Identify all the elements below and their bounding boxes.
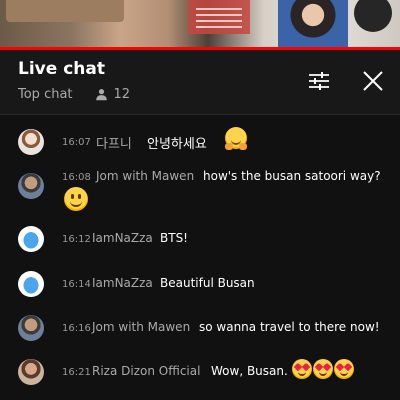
blue-avatar[interactable]: [18, 271, 44, 297]
blue-avatar[interactable]: [18, 226, 44, 252]
message-text: so wanna travel to there now!: [199, 320, 380, 334]
person-icon: [95, 89, 107, 101]
message-text: BTS!: [160, 231, 188, 245]
chat-title: Live chat: [18, 59, 105, 79]
heart-eyes-icon: [334, 359, 354, 379]
message-author[interactable]: 다프니: [96, 133, 132, 152]
message-author[interactable]: Riza Dizon Official: [92, 364, 200, 378]
message-text: Wow, Busan.: [211, 364, 288, 378]
message-time: 16:21: [62, 367, 91, 378]
viewer-count: 12: [113, 87, 131, 102]
message-time: 16:12: [62, 234, 91, 245]
video-scene-shelf: [188, 0, 250, 34]
chat-message-list[interactable]: 16:07 다프니 안녕하세요 16:08 Jom with Mawen how…: [0, 115, 400, 400]
message-text: Beautiful Busan: [160, 276, 255, 290]
sliders-icon: [309, 72, 329, 90]
message-author[interactable]: IamNaZza: [92, 276, 153, 290]
message-author[interactable]: Jom with Mawen: [92, 320, 190, 334]
close-button[interactable]: [356, 65, 390, 97]
smiling-face-emoji: [64, 187, 88, 215]
girl-avatar[interactable]: [18, 129, 44, 155]
message-time: 16:16: [62, 323, 91, 334]
close-icon: [363, 71, 383, 91]
video-player[interactable]: [0, 0, 400, 50]
message-time: 16:08: [62, 172, 91, 183]
hugging-face-emoji: [225, 127, 247, 153]
message-time: 16:14: [62, 279, 91, 290]
woman-avatar[interactable]: [18, 359, 44, 385]
heart-eyes-icon: [313, 359, 333, 379]
chat-mode-row: Top chat 12: [18, 87, 130, 102]
message-time: 16:07: [62, 137, 91, 148]
message-author[interactable]: IamNaZza: [92, 231, 153, 245]
chat-mode-selector[interactable]: Top chat: [18, 87, 73, 102]
message-text: how's the busan satoori way?: [203, 169, 381, 183]
man-avatar[interactable]: [18, 173, 44, 199]
heart-eyes-emoji-group: [292, 359, 355, 383]
video-scene-stripes: [196, 8, 242, 10]
message-text: 안녕하세요: [147, 137, 207, 152]
video-scene-tray: [6, 0, 124, 22]
filter-button[interactable]: [304, 68, 334, 94]
message-author[interactable]: Jom with Mawen: [96, 169, 194, 183]
man-avatar[interactable]: [18, 315, 44, 341]
heart-eyes-icon: [292, 359, 312, 379]
video-scene-person: [278, 0, 348, 50]
video-scene-microphone: [354, 0, 392, 32]
chat-header: Live chat Top chat 12: [0, 50, 400, 114]
